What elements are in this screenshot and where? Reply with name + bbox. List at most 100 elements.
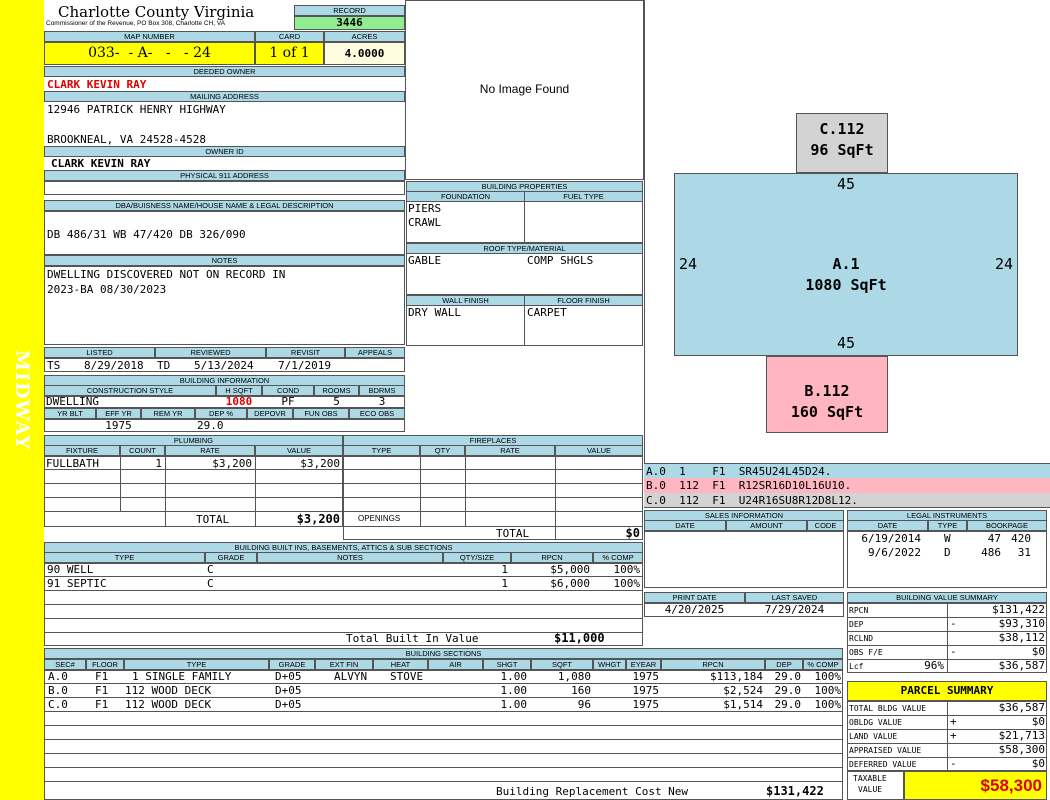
land-label: LAND VALUE xyxy=(849,732,898,741)
deeded-owner-label: DEEDED OWNER xyxy=(44,66,405,77)
fireplace-divider xyxy=(343,511,643,512)
instrument-book: 486 xyxy=(981,546,1001,559)
builtin-grade: C xyxy=(207,563,214,576)
section-rpcn: $1,514 xyxy=(723,698,763,711)
hsqft: 1080 xyxy=(225,395,253,408)
plumbing-rate: $3,200 xyxy=(212,457,252,470)
section-ext: ALVYN xyxy=(334,670,368,683)
section-heat: STOVE xyxy=(390,670,424,683)
section-type: 1 SINGLE FAMILY xyxy=(132,670,232,683)
builtins-total: $11,000 xyxy=(554,631,605,645)
total-bldg-value: $36,587 xyxy=(998,701,1045,714)
section-type: 112 WOOD DECK xyxy=(125,684,212,697)
instr-book-col: BOOKPAGE xyxy=(967,520,1047,531)
value-summary-label: BUILDING VALUE SUMMARY xyxy=(847,592,1047,603)
funobs-label: FUN OBS xyxy=(293,408,349,419)
builtin-comp: 100% xyxy=(613,577,641,590)
foundation-1: PIERS xyxy=(408,202,442,215)
record-label: RECORD xyxy=(294,5,405,16)
section-rpcn: $113,184 xyxy=(710,670,763,683)
acres-label: ACRES xyxy=(324,31,405,42)
sections-col-heat: HEAT xyxy=(373,659,428,670)
instrument-type: W xyxy=(944,532,951,545)
last-saved-label: LAST SAVED xyxy=(745,592,844,603)
rpcn-value: $131,422 xyxy=(992,603,1045,616)
builtins-notes-col: NOTES xyxy=(257,552,443,563)
section-floor: F1 xyxy=(95,684,109,697)
listed-date: 8/29/2018 xyxy=(84,359,144,372)
sections-col-whgt: WHGT xyxy=(593,659,626,670)
fireplace-rate-col: RATE xyxy=(465,445,555,456)
section-dep: 29.0 xyxy=(774,670,802,683)
sections-divider xyxy=(44,753,843,754)
floor-finish: CARPET xyxy=(527,306,567,319)
obs-value: $0 xyxy=(1031,645,1045,658)
fireplace-total-label: TOTAL xyxy=(496,527,530,540)
sections-col-rpcn: RPCN xyxy=(661,659,765,670)
section-a-area: 1080 SqFt xyxy=(805,276,887,294)
section-b-label: B.112 xyxy=(804,382,850,400)
deeded-owner: CLARK KEVIN RAY xyxy=(47,78,147,91)
sketch-legend-a: A.0 1 F1 SR45U24L45D24. xyxy=(644,463,1050,478)
dim-right: 24 xyxy=(994,255,1014,273)
section-comp: 100% xyxy=(814,670,842,683)
revisit-date: 7/1/2019 xyxy=(278,359,331,372)
record-value: 3446 xyxy=(294,16,405,30)
dim-bottom: 45 xyxy=(836,334,856,352)
instrument-page: 420 xyxy=(1011,532,1031,545)
sections-col-sqft: SQFT xyxy=(531,659,593,670)
side-label: MIDWAY xyxy=(11,350,33,450)
instr-type-col: TYPE xyxy=(928,520,967,531)
obldg-label: OBLDG VALUE xyxy=(849,718,902,727)
section-eyear: 1975 xyxy=(632,684,660,697)
dep-pct: 29.0 xyxy=(197,419,224,432)
wall-finish: DRY WALL xyxy=(408,306,461,319)
roof-box xyxy=(406,253,643,295)
revisit-label: REVISIT xyxy=(266,347,345,358)
instrument-date: 6/19/2014 xyxy=(861,532,921,545)
card-number: 1 of 1 xyxy=(255,42,324,65)
eff-year: 1975 xyxy=(105,419,132,432)
section-c-area: 96 SqFt xyxy=(810,141,874,159)
cond: PF xyxy=(281,395,295,408)
fireplace-divider xyxy=(343,469,643,470)
fireplace-divider xyxy=(465,456,466,526)
reviewed-label: REVIEWED xyxy=(155,347,266,358)
fireplace-total: $0 xyxy=(625,526,640,540)
instrument-type: D xyxy=(944,546,951,559)
depovr-label: DEPOVR xyxy=(247,408,293,419)
legend-a-text: A.0 1 F1 SR45U24L45D24. xyxy=(646,465,832,478)
sections-label: BUILDING SECTIONS xyxy=(44,648,843,659)
section-sec: B.0 xyxy=(48,684,68,697)
taxable-label-1: TAXABLE xyxy=(853,774,887,783)
sections-divider xyxy=(44,781,843,782)
plumbing-count: 1 xyxy=(155,457,162,470)
section-sec: A.0 xyxy=(48,670,68,683)
notes-line2: 2023-BA 08/30/2023 xyxy=(47,283,167,296)
section-grade: D+05 xyxy=(275,684,302,697)
plumbing-total-label: TOTAL xyxy=(196,513,230,526)
card-label: CARD xyxy=(255,31,324,42)
lcf-value: $36,587 xyxy=(998,659,1045,672)
map-number: 033- - A- - - 24 xyxy=(44,42,255,65)
owner-id: CLARK KEVIN RAY xyxy=(51,157,151,170)
fireplace-divider xyxy=(343,497,643,498)
section-grade: D+05 xyxy=(275,698,302,711)
deferred-label: DEFERRED VALUE xyxy=(849,760,917,769)
appraised-label: APPRAISED VALUE xyxy=(849,746,922,755)
legal-description: DB 486/31 WB 47/420 DB 326/090 xyxy=(47,228,246,241)
taxable-label-2: VALUE xyxy=(858,785,883,794)
listed-code: TS xyxy=(47,359,61,372)
plumbing-value-col: VALUE xyxy=(255,445,343,456)
print-date-label: PRINT DATE xyxy=(644,592,745,603)
sections-col-dep: DEP xyxy=(765,659,803,670)
lcf-label: Lcf xyxy=(849,662,864,671)
instrument-book: 47 xyxy=(987,532,1001,545)
county-title: Charlotte County Virginia xyxy=(58,3,255,21)
plumbing-divider xyxy=(44,497,343,498)
section-rpcn: $2,524 xyxy=(723,684,763,697)
roof-material: COMP SHGLS xyxy=(527,254,594,267)
builtins-rpcn-col: RPCN xyxy=(511,552,593,563)
legal-description-label: DBA/BUISNESS NAME/HOUSE NAME & LEGAL DES… xyxy=(44,200,405,211)
section-shgt: 1.00 xyxy=(500,670,528,683)
